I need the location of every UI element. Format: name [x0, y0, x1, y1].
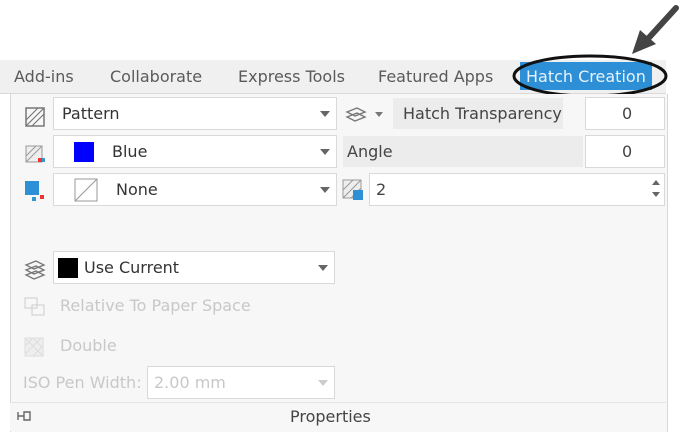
hatch-type-icon — [24, 106, 46, 132]
pointer-arrow — [642, 5, 679, 45]
panel-title[interactable]: Properties — [290, 403, 371, 431]
layer-icon — [23, 258, 47, 284]
spinner-up-icon[interactable] — [652, 180, 660, 185]
hatch-scale-icon — [341, 178, 367, 206]
transparency-dropdown-icon[interactable] — [375, 112, 383, 117]
hatch-color-icon — [24, 144, 46, 170]
hatch-scale-value: 2 — [376, 180, 387, 199]
transparency-icon[interactable] — [343, 104, 369, 130]
double-hatch-icon — [23, 336, 47, 362]
angle-value: 0 — [622, 142, 633, 161]
layer-select[interactable]: Use Current — [53, 251, 335, 284]
tab-express-tools[interactable]: Express Tools — [238, 60, 345, 93]
double-toggle[interactable]: Double — [60, 336, 117, 355]
no-color-swatch — [74, 178, 98, 202]
iso-pen-width-label: ISO Pen Width: — [23, 373, 142, 392]
layer-color-swatch — [58, 258, 78, 278]
hatch-type-select[interactable]: Pattern — [53, 97, 337, 130]
hatch-transparency-input[interactable]: 0 — [585, 97, 665, 130]
iso-pen-width-value: 2.00 mm — [154, 373, 226, 392]
pin-icon[interactable] — [16, 407, 34, 429]
background-color-select[interactable]: None — [53, 173, 337, 206]
hatch-color-select[interactable]: Blue — [53, 135, 337, 168]
hatch-color-value: Blue — [112, 142, 148, 161]
tab-collaborate[interactable]: Collaborate — [110, 60, 202, 93]
chevron-down-icon — [318, 265, 328, 271]
spinner-down-icon[interactable] — [652, 192, 660, 197]
tab-hatch-creation[interactable]: Hatch Creation — [520, 62, 652, 90]
chevron-down-icon — [320, 149, 330, 155]
tab-add-ins[interactable]: Add-ins — [14, 60, 74, 93]
relative-paper-space-icon — [23, 296, 47, 322]
hatch-transparency-value: 0 — [622, 104, 633, 123]
ribbon-tab-bar: Add-ins Collaborate Express Tools Featur… — [0, 60, 666, 94]
chevron-down-icon — [320, 187, 330, 193]
angle-label: Angle — [343, 136, 583, 167]
panel-footer: Properties — [10, 402, 666, 431]
pointer-arrowhead — [632, 30, 656, 54]
tab-featured-apps[interactable]: Featured Apps — [378, 60, 493, 93]
chevron-down-icon — [318, 380, 328, 386]
layer-value: Use Current — [84, 258, 180, 277]
hatch-properties-panel: Pattern Hatch Transparency 0 Blue Angle … — [10, 94, 668, 432]
hatch-transparency-label: Hatch Transparency — [393, 98, 563, 129]
iso-pen-width-select[interactable]: 2.00 mm — [147, 366, 335, 399]
hatch-type-value: Pattern — [62, 104, 120, 123]
hatch-scale-input[interactable]: 2 — [369, 173, 665, 206]
background-color-value: None — [116, 180, 158, 199]
background-color-icon — [24, 180, 46, 206]
color-swatch — [74, 142, 94, 162]
chevron-down-icon — [320, 111, 330, 117]
angle-input[interactable]: 0 — [585, 135, 665, 168]
relative-to-paper-space-toggle[interactable]: Relative To Paper Space — [60, 296, 251, 315]
